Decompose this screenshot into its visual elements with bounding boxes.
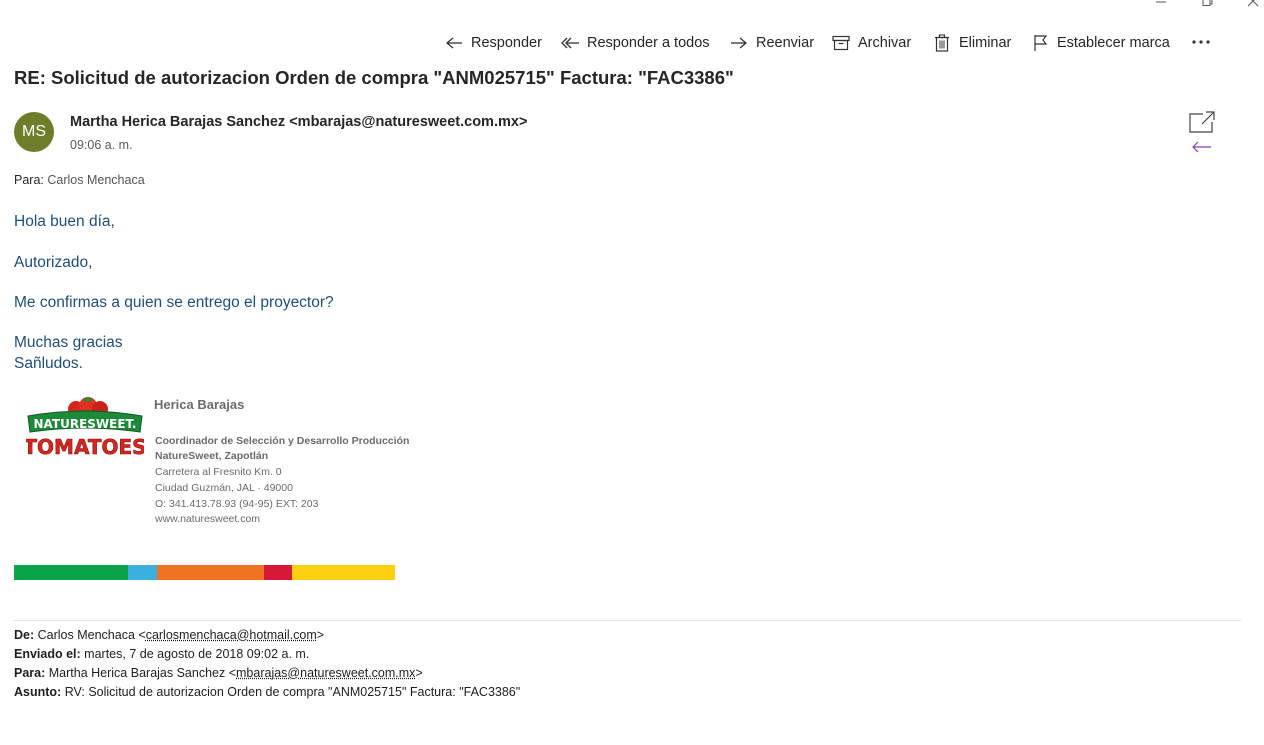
signature-title: Coordinador de Selección y Desarrollo Pr…: [155, 435, 409, 447]
to-recipient[interactable]: Carlos Menchaca: [47, 173, 144, 187]
quoted-subject-value: RV: Solicitud de autorizacion Orden de c…: [65, 685, 521, 699]
color-bar-blue: [128, 565, 157, 580]
body-thanks: Muchas gracias: [14, 334, 123, 352]
quoted-to-name: Martha Herica Barajas Sanchez <: [49, 666, 236, 680]
signature-name: Herica Barajas: [154, 397, 244, 412]
minimize-button[interactable]: [1138, 0, 1184, 12]
logo-text-bottom: TOMATOES: [26, 435, 144, 459]
replied-indicator: [1192, 140, 1212, 152]
signature-address-1: Carretera al Fresnito Km. 0: [155, 466, 282, 478]
reply-button[interactable]: Responder: [443, 30, 542, 56]
quoted-from-email[interactable]: carlosmenchaca@hotmail.com: [146, 628, 317, 642]
sender-avatar: MS: [14, 112, 54, 152]
color-bar-yellow: [292, 565, 395, 580]
forward-button[interactable]: Reenviar: [728, 30, 814, 56]
color-bar-red: [264, 565, 292, 580]
reply-label: Responder: [471, 35, 542, 51]
color-bar-green: [14, 565, 128, 580]
naturesweet-logo: NATURESWEET. TOMATOES: [26, 396, 144, 462]
body-regards: Sañludos.: [14, 355, 83, 373]
body-authorized: Autorizado,: [14, 254, 92, 272]
restore-button[interactable]: [1184, 0, 1230, 12]
signature-color-bar: [14, 565, 395, 580]
delete-label: Eliminar: [959, 35, 1011, 51]
minimize-icon: [1155, 0, 1167, 7]
message-toolbar: Responder Responder a todos Reenviar Arc…: [0, 30, 1264, 56]
signature-phone: O: 341.413.78.93 (94-95) EXT: 203: [155, 498, 318, 510]
more-icon: [1191, 39, 1211, 45]
quoted-to-label: Para:: [14, 666, 45, 680]
color-bar-orange: [157, 565, 264, 580]
reply-arrow-icon: [443, 32, 465, 54]
body-greeting: Hola buen día,: [14, 213, 115, 231]
quoted-sent-value: martes, 7 de agosto de 2018 09:02 a. m.: [84, 647, 309, 661]
quoted-from-close: >: [317, 628, 324, 642]
quoted-subject: Asunto: RV: Solicitud de autorizacion Or…: [14, 685, 520, 699]
signature-address-2: Ciudad Guzmán, JAL · 49000: [155, 482, 293, 494]
quoted-to: Para: Martha Herica Barajas Sanchez <mba…: [14, 666, 423, 680]
to-label: Para:: [14, 173, 44, 187]
quoted-sent-label: Enviado el:: [14, 647, 81, 661]
quoted-from: De: Carlos Menchaca <carlosmenchaca@hotm…: [14, 628, 324, 642]
sender-name[interactable]: Martha Herica Barajas Sanchez <mbarajas@…: [70, 114, 527, 130]
popout-icon: [1188, 110, 1216, 136]
archive-button[interactable]: Archivar: [830, 30, 911, 56]
body-question: Me confirmas a quien se entrego el proye…: [14, 294, 334, 312]
reply-all-button[interactable]: Responder a todos: [559, 30, 710, 56]
trash-icon: [931, 32, 953, 54]
sent-time: 09:06 a. m.: [70, 138, 133, 152]
forward-label: Reenviar: [756, 35, 814, 51]
open-in-new-window-button[interactable]: [1188, 110, 1216, 136]
flag-label: Establecer marca: [1057, 35, 1170, 51]
quoted-to-close: >: [415, 666, 422, 680]
archive-label: Archivar: [858, 35, 911, 51]
more-actions-button[interactable]: [1186, 30, 1216, 54]
quoted-from-label: De:: [14, 628, 34, 642]
quoted-from-name: Carlos Menchaca <: [38, 628, 146, 642]
message-subject: RE: Solicitud de autorizacion Orden de c…: [14, 67, 734, 89]
archive-icon: [830, 32, 852, 54]
quoted-to-email[interactable]: mbarajas@naturesweet.com.mx: [236, 666, 415, 680]
delete-button[interactable]: Eliminar: [931, 30, 1011, 56]
quoted-sent: Enviado el: martes, 7 de agosto de 2018 …: [14, 647, 309, 661]
quoted-divider: [14, 620, 1241, 621]
close-button[interactable]: [1230, 0, 1264, 12]
forward-arrow-icon: [728, 32, 750, 54]
close-icon: [1247, 0, 1259, 8]
replied-arrow-icon: [1192, 141, 1212, 153]
reply-all-arrow-icon: [559, 32, 581, 54]
signature-company: NatureSweet, Zapotlán: [155, 450, 268, 462]
signature-website: www.naturesweet.com: [155, 513, 260, 525]
reply-all-label: Responder a todos: [587, 35, 710, 51]
quoted-subject-label: Asunto:: [14, 685, 61, 699]
logo-text-top: NATURESWEET.: [34, 417, 137, 431]
flag-button[interactable]: Establecer marca: [1029, 30, 1170, 56]
recipients-line: Para: Carlos Menchaca: [14, 173, 145, 187]
flag-icon: [1029, 32, 1051, 54]
restore-icon: [1201, 0, 1213, 8]
